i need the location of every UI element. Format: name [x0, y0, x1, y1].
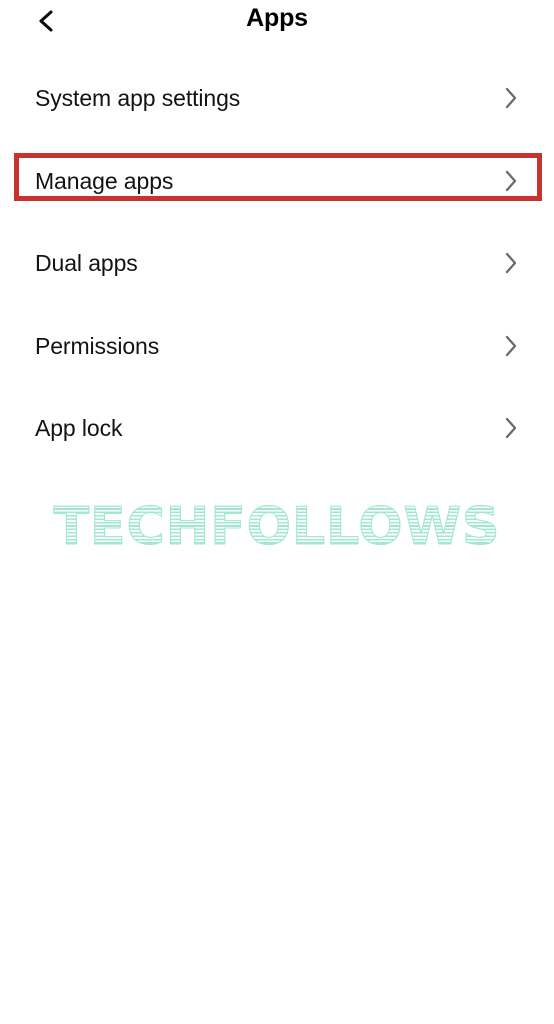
- list-item-permissions[interactable]: Permissions: [0, 304, 554, 387]
- list-item-dual-apps[interactable]: Dual apps: [0, 222, 554, 305]
- watermark-text: TECHFOLLOWS: [53, 497, 501, 557]
- list-item-manage-apps[interactable]: Manage apps: [0, 139, 554, 222]
- list-item-label: Manage apps: [35, 167, 174, 194]
- settings-list: System app settings Manage apps Dual app…: [0, 57, 554, 470]
- list-item-label: Permissions: [35, 332, 160, 359]
- chevron-right-icon: [501, 335, 521, 357]
- chevron-right-icon: [501, 87, 521, 109]
- chevron-right-icon: [501, 170, 521, 192]
- app-bar: Apps: [0, 0, 554, 56]
- list-item-system-app-settings[interactable]: System app settings: [0, 57, 554, 140]
- chevron-right-icon: [501, 252, 521, 274]
- list-item-label: Dual apps: [35, 250, 138, 277]
- watermark: TECHFOLLOWS: [0, 497, 554, 557]
- list-item-app-lock[interactable]: App lock: [0, 387, 554, 470]
- page-title: Apps: [246, 4, 308, 32]
- list-item-label: App lock: [35, 415, 123, 442]
- list-item-label: System app settings: [35, 85, 241, 112]
- chevron-right-icon: [501, 417, 521, 439]
